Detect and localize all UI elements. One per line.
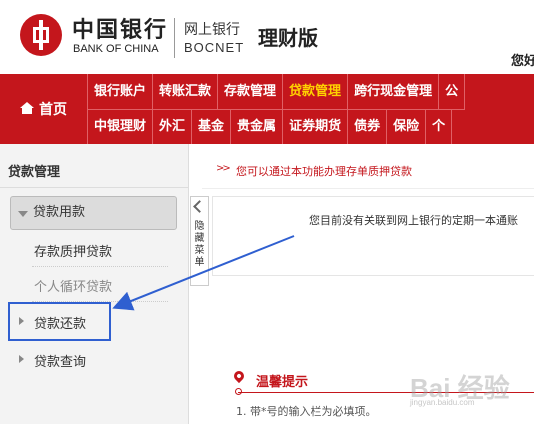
annotation-arrow: [112, 235, 295, 311]
